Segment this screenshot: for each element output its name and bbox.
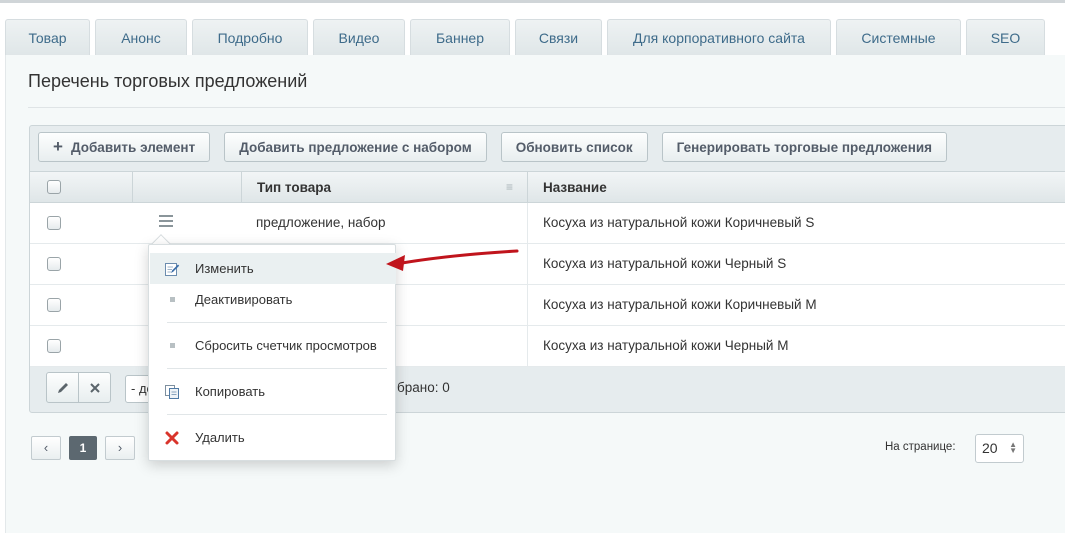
tab-product[interactable]: Товар: [5, 19, 90, 56]
column-separator: [527, 203, 528, 243]
copy-icon: [165, 385, 179, 399]
menu-separator: [167, 414, 387, 415]
menu-separator: [167, 368, 387, 369]
edit-selected-button[interactable]: [47, 373, 78, 402]
add-offer-with-set-button[interactable]: Добавить предложение с набором: [224, 132, 487, 162]
pencil-icon: [57, 382, 68, 393]
menu-item-label: Деактивировать: [195, 292, 293, 307]
grid-header: Тип товара ≡ Название: [30, 171, 1065, 203]
annotation-arrow-icon: [386, 249, 519, 271]
table-row[interactable]: предложение, набор Косуха из натуральной…: [30, 203, 1065, 244]
selected-count: брано: 0: [397, 380, 450, 395]
menu-item-deactivate[interactable]: Деактивировать: [150, 284, 396, 315]
menu-item-reset-views[interactable]: Сбросить счетчик просмотров: [150, 330, 396, 361]
menu-item-label: Сбросить счетчик просмотров: [195, 338, 377, 353]
menu-separator: [167, 322, 387, 323]
per-page-label: На странице:: [885, 441, 956, 453]
select-arrows-icon: ▲ ▼: [1009, 440, 1017, 455]
column-header-name[interactable]: Название: [543, 172, 607, 203]
row-name[interactable]: Косуха из натуральной кожи Коричневый M: [543, 285, 817, 325]
row-checkbox[interactable]: [47, 298, 61, 312]
tab-corporate-site[interactable]: Для корпоративного сайта: [607, 19, 831, 56]
pager-next-button[interactable]: ›: [105, 436, 135, 460]
menu-item-delete[interactable]: Удалить: [150, 422, 396, 453]
column-separator: [527, 285, 528, 325]
tab-seo[interactable]: SEO: [966, 19, 1045, 56]
tab-banner[interactable]: Баннер: [410, 19, 510, 56]
column-separator: [132, 172, 133, 203]
tab-links[interactable]: Связи: [515, 19, 602, 56]
column-menu-icon[interactable]: ≡: [506, 181, 516, 193]
title-divider: [28, 107, 1065, 108]
row-context-menu: Изменить Деактивировать Сбросить счетчик…: [148, 244, 396, 461]
add-element-button[interactable]: + Добавить элемент: [38, 132, 211, 162]
dot-icon: [170, 343, 175, 348]
row-checkbox[interactable]: [47, 216, 61, 230]
window-top-border: [0, 0, 1065, 3]
pager-prev-button[interactable]: ‹: [31, 436, 61, 460]
select-all-checkbox[interactable]: [47, 180, 61, 194]
row-checkbox[interactable]: [47, 339, 61, 353]
column-separator: [527, 244, 528, 284]
tab-video[interactable]: Видео: [313, 19, 405, 56]
group-edit-buttons: [46, 372, 111, 403]
row-checkbox[interactable]: [47, 257, 61, 271]
column-separator: [527, 326, 528, 366]
per-page-select[interactable]: 20 ▲ ▼: [975, 434, 1024, 463]
dot-icon: [170, 297, 175, 302]
delete-selected-button[interactable]: [78, 373, 110, 402]
menu-item-edit[interactable]: Изменить: [150, 253, 396, 284]
column-separator: [241, 172, 242, 203]
column-header-type[interactable]: Тип товара: [257, 172, 331, 203]
row-name[interactable]: Косуха из натуральной кожи Коричневый S: [543, 203, 814, 243]
tab-announce[interactable]: Анонс: [95, 19, 187, 56]
menu-item-copy[interactable]: Копировать: [150, 376, 396, 407]
pager-current-page[interactable]: 1: [69, 436, 97, 460]
row-actions-menu-icon[interactable]: [159, 215, 173, 229]
per-page-value: 20: [982, 440, 998, 456]
column-separator: [527, 172, 528, 203]
delete-icon: [165, 431, 179, 445]
tab-system[interactable]: Системные: [836, 19, 961, 56]
row-name[interactable]: Косуха из натуральной кожи Черный M: [543, 326, 788, 366]
menu-item-label: Удалить: [195, 430, 245, 445]
menu-item-label: Копировать: [195, 384, 265, 399]
section-title: Перечень торговых предложений: [28, 71, 308, 91]
edit-icon: [165, 263, 180, 276]
plus-icon: +: [53, 137, 63, 156]
tab-bar: Товар Анонс Подробно Видео Баннер Связи …: [5, 19, 1050, 56]
grid-toolbar: + Добавить элемент Добавить предложение …: [38, 132, 948, 162]
tab-details[interactable]: Подробно: [192, 19, 308, 56]
close-icon: [90, 382, 100, 393]
row-type: предложение, набор: [256, 215, 386, 230]
generate-offers-button[interactable]: Генерировать торговые предложения: [661, 132, 948, 162]
refresh-list-button[interactable]: Обновить список: [500, 132, 648, 162]
menu-item-label: Изменить: [195, 261, 254, 276]
row-name[interactable]: Косуха из натуральной кожи Черный S: [543, 244, 786, 284]
add-element-label: Добавить элемент: [70, 139, 196, 155]
